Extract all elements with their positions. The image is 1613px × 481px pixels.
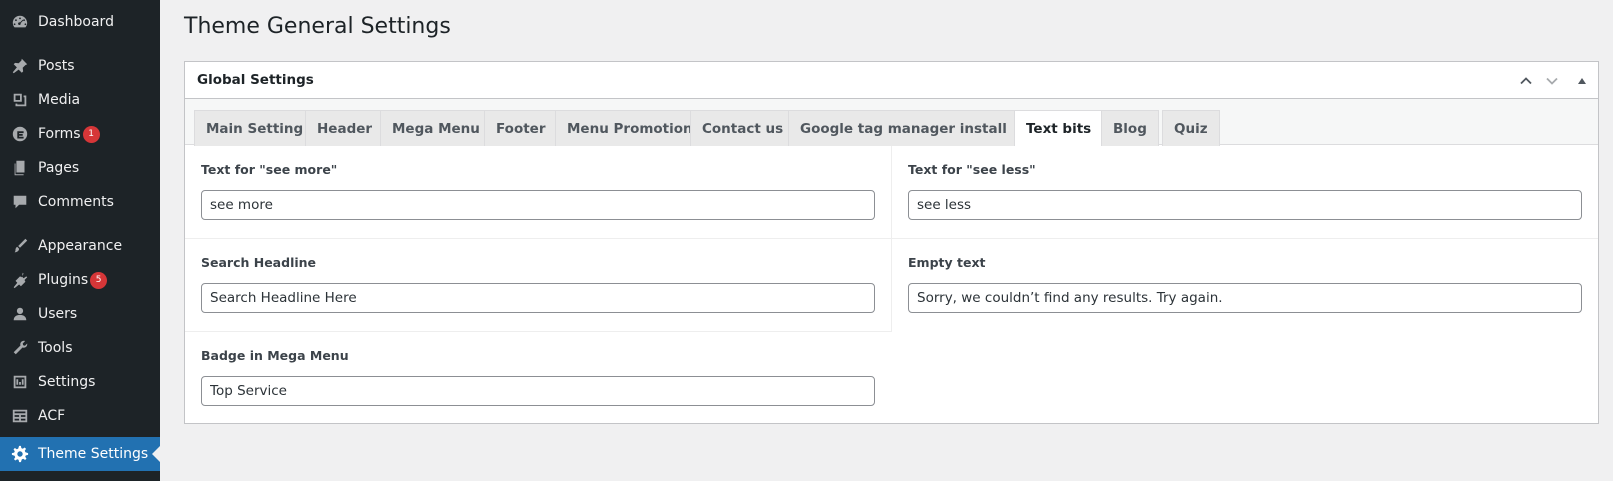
search-headline-input[interactable] (201, 283, 875, 313)
sidebar-item-tools[interactable]: Tools (0, 331, 160, 365)
dashboard-icon (10, 12, 30, 32)
row-divider (185, 331, 892, 332)
chevron-down-icon (1546, 77, 1558, 85)
page-title: Theme General Settings (184, 14, 451, 39)
plugins-icon (10, 270, 30, 290)
comments-icon (10, 192, 30, 212)
forms-count-badge: 1 (82, 125, 100, 143)
tab-google-tag-manager-install[interactable]: Google tag manager install (788, 110, 1019, 146)
tab-quiz[interactable]: Quiz (1162, 110, 1220, 146)
pages-icon (10, 158, 30, 178)
sidebar-item-label: Pages (38, 160, 80, 176)
tab-blog[interactable]: Blog (1101, 110, 1159, 146)
caret-up-icon (1578, 78, 1586, 84)
gear-icon (10, 444, 30, 464)
forms-icon (10, 124, 30, 144)
move-down-button[interactable] (1541, 70, 1563, 92)
table-icon (10, 406, 30, 426)
sidebar-item-forms[interactable]: Forms 1 (0, 117, 160, 151)
sidebar-item-label: ACF (38, 408, 66, 424)
sidebar-item-plugins[interactable]: Plugins 5 (0, 263, 160, 297)
search-headline-field: Search Headline (201, 255, 875, 315)
toggle-panel-button[interactable] (1571, 70, 1593, 92)
sidebar-item-label: Dashboard (38, 14, 114, 30)
sidebar-item-posts[interactable]: Posts (0, 49, 160, 83)
see-less-label: Text for "see less" (908, 162, 1036, 177)
admin-sidebar: Dashboard Posts Media Forms 1 Pages Comm… (0, 0, 160, 481)
tab-menu-promotion[interactable]: Menu Promotion (555, 110, 705, 146)
tab-header[interactable]: Header (305, 110, 385, 146)
sidebar-item-label: Appearance (38, 238, 123, 254)
plugins-update-badge: 5 (90, 271, 108, 289)
see-more-label: Text for "see more" (201, 162, 338, 177)
sidebar-item-appearance[interactable]: Appearance (0, 229, 160, 263)
tab-mega-menu[interactable]: Mega Menu (380, 110, 492, 146)
empty-text-field: Empty text (908, 255, 1582, 315)
users-icon (10, 304, 30, 324)
badge-mega-menu-input[interactable] (201, 376, 875, 406)
tab-contact-us[interactable]: Contact us (690, 110, 796, 146)
settings-sliders-icon (10, 372, 30, 392)
sidebar-item-users[interactable]: Users (0, 297, 160, 331)
move-up-button[interactable] (1515, 70, 1537, 92)
sidebar-item-label: Tools (38, 340, 73, 356)
panel-title: Global Settings (197, 72, 314, 88)
see-less-field: Text for "see less" (908, 162, 1582, 222)
sidebar-item-settings[interactable]: Settings (0, 365, 160, 399)
tab-footer[interactable]: Footer (484, 110, 558, 146)
badge-mega-menu-field: Badge in Mega Menu (201, 348, 875, 408)
sidebar-item-label: Forms (38, 126, 81, 142)
empty-text-label: Empty text (908, 255, 986, 270)
paintbrush-icon (10, 236, 30, 256)
wrench-icon (10, 338, 30, 358)
empty-text-input[interactable] (908, 283, 1582, 313)
sidebar-item-label: Plugins (38, 272, 89, 288)
row-divider (185, 238, 1598, 239)
sidebar-item-label: Media (38, 92, 81, 108)
see-less-input[interactable] (908, 190, 1582, 220)
tab-text-bits[interactable]: Text bits (1014, 110, 1104, 146)
global-settings-panel: Global Settings Main Setting Header Mega… (184, 61, 1599, 424)
sidebar-item-pages[interactable]: Pages (0, 151, 160, 185)
sidebar-item-label: Posts (38, 58, 75, 74)
settings-tabs: Main Setting Header Mega Menu Footer Men… (185, 99, 1598, 146)
sidebar-item-theme-settings[interactable]: Theme Settings (0, 437, 160, 471)
sidebar-item-comments[interactable]: Comments (0, 185, 160, 219)
pin-icon (10, 56, 30, 76)
see-more-field: Text for "see more" (201, 162, 875, 222)
sidebar-item-label: Settings (38, 374, 96, 390)
sidebar-item-dashboard[interactable]: Dashboard (0, 5, 160, 39)
sidebar-item-media[interactable]: Media (0, 83, 160, 117)
see-more-input[interactable] (201, 190, 875, 220)
column-divider (891, 146, 892, 332)
panel-header: Global Settings (185, 62, 1598, 99)
sidebar-item-label: Comments (38, 194, 114, 210)
sidebar-item-label: Theme Settings (38, 446, 149, 462)
tab-main-setting[interactable]: Main Setting (194, 110, 316, 146)
search-headline-label: Search Headline (201, 255, 317, 270)
sidebar-item-label: Users (38, 306, 78, 322)
media-icon (10, 90, 30, 110)
badge-mega-menu-label: Badge in Mega Menu (201, 348, 349, 363)
chevron-up-icon (1520, 77, 1532, 85)
sidebar-item-acf[interactable]: ACF (0, 399, 160, 433)
